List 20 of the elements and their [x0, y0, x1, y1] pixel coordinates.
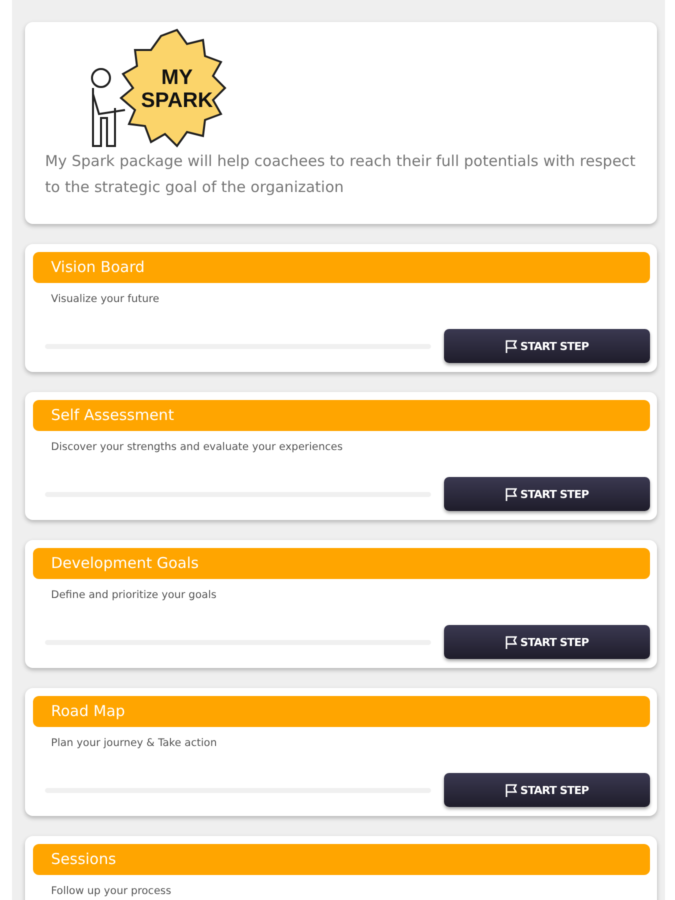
step-subtitle: Follow up your process	[51, 884, 172, 899]
step-subtitle: Discover your strengths and evaluate your experiences	[51, 440, 344, 455]
step-subtitle: Visualize your future	[51, 292, 160, 307]
step-subtitle: Define and prioritize your goals	[51, 588, 218, 603]
flag-icon	[505, 488, 518, 500]
logo-text: MY SPARK	[140, 66, 214, 112]
step-subtitle: Plan your journey & Take action	[51, 736, 218, 751]
flag-icon	[505, 340, 518, 352]
step-title: Vision Board	[33, 252, 650, 283]
package-description: My Spark package will help coachees to reach their full potentials with respect to the strategic goal of the organization	[45, 151, 637, 198]
start-step-button[interactable]: START STEP	[444, 477, 650, 511]
step-title: Road Map	[33, 696, 650, 727]
step-title: Development Goals	[33, 548, 650, 579]
start-step-button[interactable]: START STEP	[444, 773, 650, 807]
flag-icon	[505, 784, 518, 796]
flag-icon	[505, 636, 518, 648]
step-title: Sessions	[33, 844, 650, 875]
start-step-button[interactable]: START STEP	[444, 329, 650, 363]
start-step-button[interactable]: START STEP	[444, 625, 650, 659]
step-title: Self Assessment	[33, 400, 650, 431]
